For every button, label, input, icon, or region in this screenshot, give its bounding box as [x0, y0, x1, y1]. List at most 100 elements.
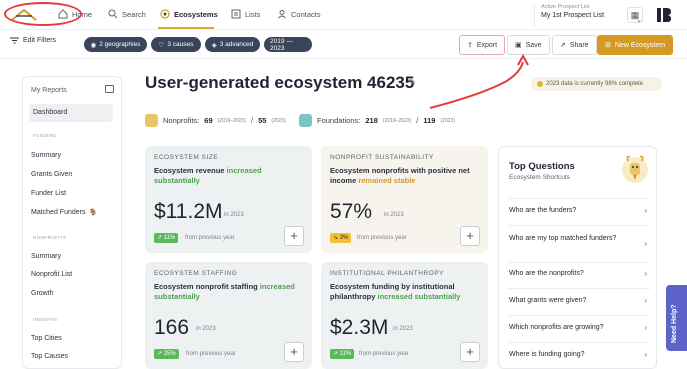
save-button[interactable]: ▣ Save — [507, 35, 550, 55]
foundations-range-years: (2019–2023) — [382, 117, 412, 124]
filter-icon — [10, 37, 19, 44]
card-caption: NONPROFIT SUSTAINABILITY — [330, 154, 434, 161]
save-icon: ▣ — [515, 42, 522, 49]
card-year: in 2023 — [224, 212, 244, 218]
card-description: Ecosystem revenue increased substantiall… — [154, 166, 262, 185]
foundations-count-range: 218 — [365, 116, 378, 125]
sidebar-item-growth[interactable]: Growth — [31, 290, 54, 297]
question-where-funding-going[interactable]: Where is funding going? › — [509, 350, 647, 360]
nav-search[interactable]: Search — [108, 9, 146, 19]
question-label: What grants were given? — [509, 297, 587, 304]
top-questions-subtitle: Ecosystem Shortcuts — [509, 174, 571, 181]
share-button[interactable]: ⇗ Share — [552, 35, 597, 55]
contacts-icon — [278, 10, 286, 19]
change-caption: from previous year — [185, 235, 235, 241]
question-nonprofits-growing[interactable]: Which nonprofits are growing? › — [509, 323, 647, 333]
card-year: in 2023 — [393, 326, 413, 332]
metric-card-nonprofit-sustainability: NONPROFIT SUSTAINABILITY Ecosystem nonpr… — [321, 146, 488, 253]
nav-lists[interactable]: Lists — [231, 9, 260, 19]
sidebar-item-nonprofit-summary[interactable]: Summary — [31, 253, 61, 260]
new-ecosystem-icon: ⊞ — [605, 42, 611, 49]
question-what-grants-given[interactable]: What grants were given? › — [509, 296, 647, 306]
filter-bar: Edit Filters ◉ 2 geographies ♡ 3 causes … — [0, 31, 687, 59]
nonprofits-count-year: 55 — [258, 116, 267, 125]
export-button[interactable]: ⇪ Export — [459, 35, 506, 55]
question-label: Which nonprofits are growing? — [509, 324, 604, 331]
divider — [507, 198, 650, 199]
chevron-right-icon: › — [644, 239, 647, 248]
change-caption: from previous year — [359, 351, 409, 357]
filter-chip-causes-label: 3 causes — [167, 41, 194, 48]
metric-card-ecosystem-staffing: ECOSYSTEM STAFFING Ecosystem nonprofit s… — [145, 262, 312, 369]
foundations-stat: Foundations: 218 (2019–2023) / 119 (2023… — [299, 114, 455, 127]
question-who-are-nonprofits[interactable]: Who are the nonprofits? › — [509, 269, 647, 279]
edit-pencil-icon[interactable]: ✎ — [408, 77, 416, 88]
user-avatar[interactable] — [655, 6, 673, 24]
sidebar-item-funder-list[interactable]: Funder List — [31, 190, 66, 197]
card-value: $2.3M — [330, 316, 389, 339]
add-to-report-button[interactable]: + — [284, 226, 304, 246]
divider — [507, 262, 650, 263]
add-to-report-button[interactable]: + — [460, 226, 480, 246]
advanced-filter-icon: ◈ — [211, 41, 217, 49]
foundation-icon — [299, 114, 312, 127]
top-questions-panel: Top Questions Ecosystem Shortcuts Who ar… — [498, 146, 657, 369]
sidebar-item-matched-funders[interactable]: Matched Funders 🐐 — [31, 208, 97, 216]
top-questions-title: Top Questions — [509, 161, 575, 172]
export-icon: ⇪ — [467, 42, 473, 49]
data-completeness-badge: 2023 data is currently 98% complete — [531, 77, 662, 91]
need-help-tab[interactable]: Need Help? — [666, 285, 687, 351]
sidebar-item-top-cities[interactable]: Top Cities — [31, 335, 62, 342]
add-to-report-button[interactable]: + — [460, 342, 480, 362]
collapse-sidebar-icon[interactable] — [105, 85, 114, 93]
filter-chip-causes[interactable]: ♡ 3 causes — [151, 37, 201, 52]
filter-chip-years[interactable]: 2019 — 2023 — [264, 37, 312, 52]
question-label: Who are the funders? — [509, 207, 577, 214]
foundations-label: Foundations: — [317, 116, 361, 125]
sidebar-item-matched-funders-label: Matched Funders — [31, 209, 86, 216]
change-pill: ↘ 3% — [330, 233, 352, 243]
save-label: Save — [525, 41, 542, 49]
filter-chip-advanced[interactable]: ◈ 3 advanced — [205, 37, 260, 52]
data-completeness-text: 2023 data is currently 98% complete — [546, 81, 644, 87]
add-to-report-button[interactable]: + — [284, 342, 304, 362]
matched-funders-badge-icon: 🐐 — [88, 209, 98, 216]
card-value: 166 — [154, 316, 190, 339]
info-dot-icon — [537, 81, 543, 87]
nav-contacts[interactable]: Contacts — [277, 9, 321, 19]
export-label: Export — [476, 41, 498, 49]
question-who-are-funders[interactable]: Who are the funders? › — [509, 206, 647, 216]
stat-separator: / — [250, 116, 254, 125]
filter-chip-geographies[interactable]: ◉ 2 geographies — [84, 37, 147, 52]
organization-icon[interactable]: ▦ — [627, 7, 643, 23]
nav-ecosystems[interactable]: Ecosystems — [160, 9, 218, 19]
sidebar-item-nonprofit-list[interactable]: Nonprofit List — [31, 271, 72, 278]
card-caption: ECOSYSTEM STAFFING — [154, 270, 238, 277]
sidebar-item-grants-given[interactable]: Grants Given — [31, 171, 72, 178]
change-pill: ↗ 25% — [154, 349, 179, 359]
card-year: in 2023 — [384, 212, 404, 218]
divider — [507, 315, 650, 316]
sidebar-item-funding-summary[interactable]: Summary — [31, 152, 61, 159]
metric-card-institutional-philanthropy: INSTITUTIONAL PHILANTHROPY Ecosystem fun… — [321, 262, 488, 369]
new-ecosystem-button[interactable]: ⊞ New Ecosystem — [597, 35, 674, 55]
change-pill: ↗ 11% — [154, 233, 179, 243]
question-label: Who are the nonprofits? — [509, 270, 584, 277]
sidebar-item-dashboard[interactable]: Dashboard — [29, 104, 113, 122]
filter-chip-years-label: 2019 — 2023 — [270, 37, 293, 52]
sidebar-header: My Reports — [31, 87, 67, 94]
question-top-matched-funders[interactable]: Who are my top matched funders? › — [509, 234, 647, 248]
sidebar-section-insights: INSIGHTS — [33, 317, 58, 322]
edit-filters-label: Edit Filters — [23, 37, 57, 44]
stat-separator: / — [416, 116, 419, 125]
nonprofits-year: (2023) — [271, 117, 286, 124]
divider — [507, 288, 650, 289]
chevron-right-icon: › — [644, 206, 647, 215]
card-description: Ecosystem nonprofits with positive net i… — [330, 166, 470, 185]
change-caption: from previous year — [186, 351, 236, 357]
foundations-count-year: 119 — [423, 116, 436, 125]
sidebar-section-nonprofits: NONPROFITS — [33, 235, 67, 240]
sidebar-item-top-causes[interactable]: Top Causes — [31, 353, 68, 360]
card-value: $11.2M — [154, 200, 223, 223]
edit-filters-button[interactable]: Edit Filters — [10, 37, 56, 44]
